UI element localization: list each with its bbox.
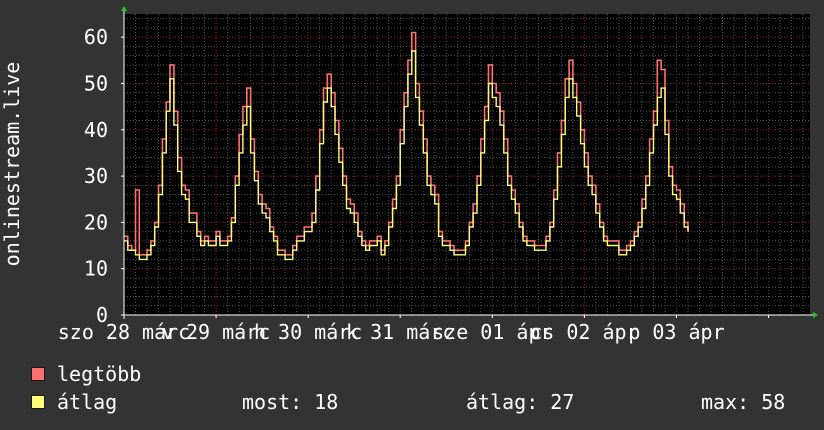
chart: 0102030405060 szo 28 márcv 29 márch 30 m…	[0, 6, 818, 344]
y-tick-label: 40	[84, 118, 108, 142]
legend-swatch-avg	[31, 395, 45, 409]
y-tick-label: 10	[84, 257, 108, 281]
y-tick-label: 60	[84, 25, 108, 49]
y-tick-label: 30	[84, 164, 108, 188]
x-axis-arrow	[813, 312, 818, 318]
legend-label-max: legtöbb	[57, 362, 142, 386]
legend-item-avg: átlag	[31, 390, 117, 414]
stat-max: max: 58	[701, 390, 786, 414]
y-tick-label: 20	[84, 210, 108, 234]
y-tick-labels: 0102030405060	[84, 25, 108, 327]
stat-avg: átlag: 27	[466, 390, 575, 414]
y-tick-label: 50	[84, 71, 108, 95]
legend-item-max: legtöbb	[31, 362, 141, 386]
legend-swatch-max	[31, 367, 45, 381]
graph-panel: 0 10 20 30 40 50 60 szo 28 márc v 29 márc h 30 m…	[0, 0, 824, 430]
stat-now: most: 18	[242, 390, 339, 414]
y-axis-arrow	[121, 6, 127, 11]
plot-area	[124, 14, 810, 315]
y-axis-label: onlinestream.live	[0, 62, 24, 267]
legend-label-avg: átlag	[57, 390, 118, 414]
x-tick-label: p 03 ápr	[628, 320, 724, 344]
x-tick-label: cs 02 ápr	[530, 320, 638, 344]
x-tick-labels: szo 28 márcv 29 márch 30 márck 31 márcsz…	[58, 320, 725, 344]
